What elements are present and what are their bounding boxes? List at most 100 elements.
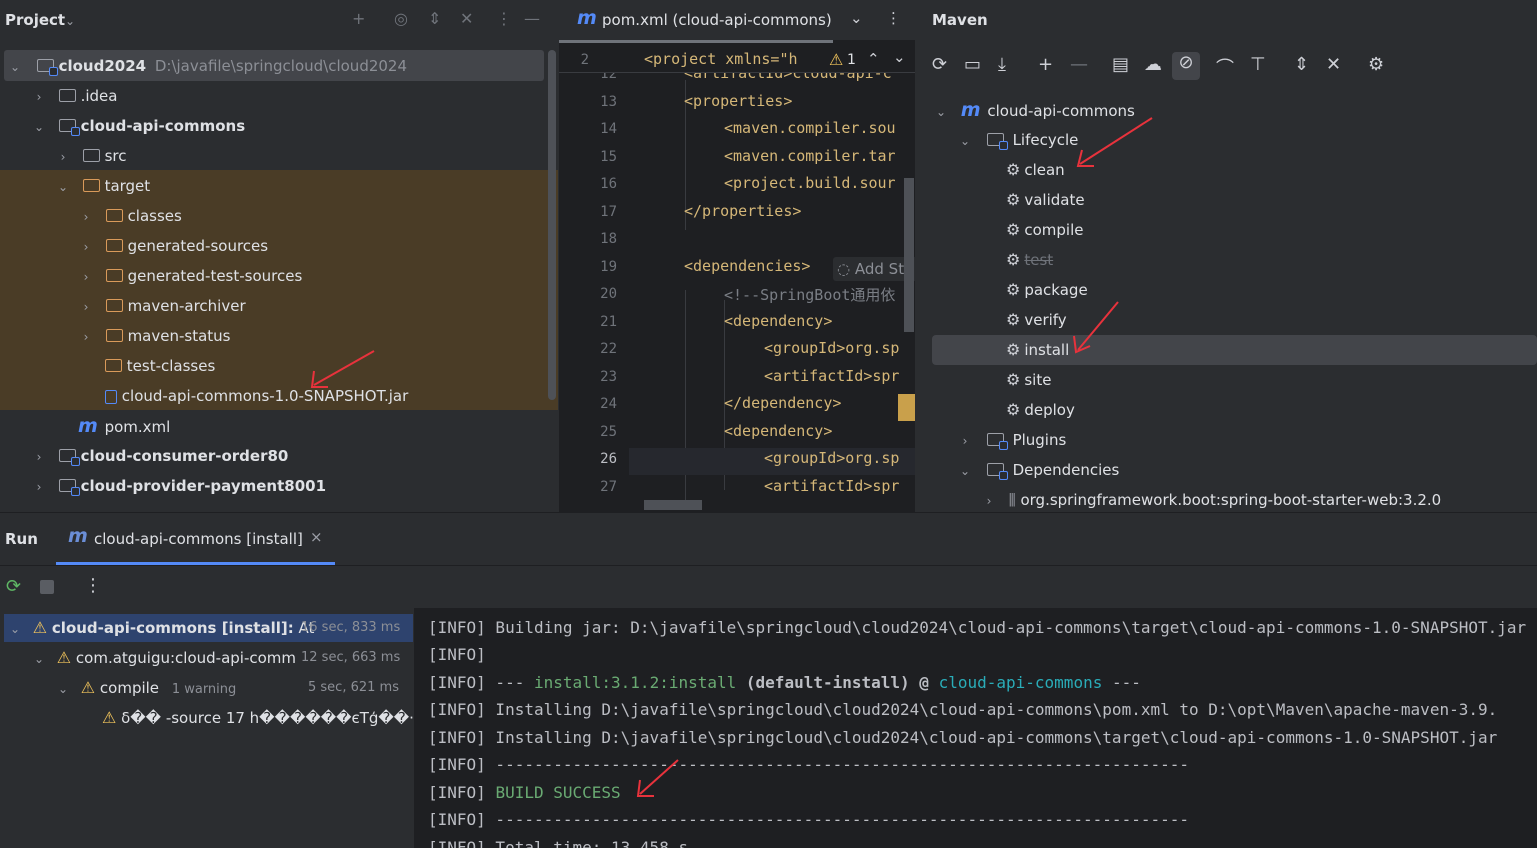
chevron-up-icon[interactable]: ⌃ bbox=[867, 50, 880, 68]
tree-item-classes[interactable]: › classes bbox=[0, 201, 548, 231]
chevron-right-icon[interactable]: › bbox=[982, 486, 996, 512]
more-icon[interactable]: ⋮ bbox=[496, 9, 512, 28]
plugins-row[interactable]: › Plugins bbox=[916, 425, 1464, 455]
project-title[interactable]: Project bbox=[5, 11, 65, 29]
chevron-down-icon[interactable]: ⌄ bbox=[8, 614, 22, 644]
run-tab-label[interactable]: cloud-api-commons [install] bbox=[94, 530, 303, 548]
code-line: <dependency> bbox=[724, 311, 833, 330]
minus-icon[interactable]: — bbox=[1070, 54, 1088, 75]
chevron-down-icon[interactable]: ⌄ bbox=[56, 172, 70, 202]
tree-item-pom[interactable]: m pom.xml bbox=[0, 411, 548, 441]
tree-item-cloud-api-commons[interactable]: ⌄ cloud-api-commons bbox=[0, 111, 548, 141]
threads-icon[interactable]: ⌒ bbox=[1216, 54, 1234, 80]
chevron-down-icon[interactable]: ⌄ bbox=[8, 52, 22, 82]
chevron-right-icon[interactable]: › bbox=[32, 442, 46, 472]
collapse-icon[interactable]: ✕ bbox=[1326, 54, 1341, 75]
offline-icon[interactable]: ☁ bbox=[1144, 54, 1162, 75]
add-project-icon[interactable]: ▭ bbox=[964, 54, 981, 75]
tree-item-label: test-classes bbox=[126, 357, 216, 375]
plus-icon[interactable]: + bbox=[1038, 54, 1053, 75]
chevron-right-icon[interactable]: › bbox=[79, 202, 93, 232]
run-config-icon[interactable]: ▤ bbox=[1112, 54, 1129, 75]
project-scrollbar[interactable] bbox=[548, 50, 556, 400]
editor-scrollbar[interactable] bbox=[904, 178, 914, 332]
tree-item-maven-archiver[interactable]: › maven-archiver bbox=[0, 291, 548, 321]
run-tree-item[interactable]: ⌄ ⚠ compile 1 warning 5 sec, 621 ms bbox=[0, 673, 413, 703]
default-install: (default-install) @ bbox=[745, 673, 929, 692]
editor-tab-label[interactable]: pom.xml (cloud-api-commons) bbox=[602, 11, 832, 29]
warning-icon[interactable]: ⚠ bbox=[829, 50, 843, 69]
run-tree-item[interactable]: ⚠ δ�� -source 17 h������єТģ��· bbox=[0, 703, 413, 733]
chevron-right-icon[interactable]: › bbox=[32, 472, 46, 502]
collapse-all-icon[interactable]: ✕ bbox=[460, 9, 473, 28]
chevron-right-icon[interactable]: › bbox=[958, 426, 972, 456]
add-icon[interactable]: + bbox=[352, 9, 365, 28]
chevron-down-icon[interactable]: ⌄ bbox=[850, 9, 863, 27]
tree-item-test-classes[interactable]: test-classes bbox=[0, 351, 548, 381]
chevron-right-icon[interactable]: › bbox=[56, 142, 70, 172]
chevron-down-icon[interactable]: ⌄ bbox=[63, 14, 77, 28]
tree-root[interactable]: ⌄ cloud2024 D:\javafile\springcloud\clou… bbox=[0, 51, 548, 81]
h-scrollbar[interactable] bbox=[644, 500, 702, 510]
lifecycle-phase-compile[interactable]: ⚙ compile bbox=[916, 215, 1537, 245]
dependencies-row[interactable]: ⌄ Dependencies bbox=[916, 455, 1464, 485]
tree-item-maven-status[interactable]: › maven-status bbox=[0, 321, 548, 351]
close-icon[interactable]: × bbox=[310, 528, 323, 546]
jar-file-icon bbox=[105, 389, 117, 404]
lifecycle-phase-verify[interactable]: ⚙ verify bbox=[916, 305, 1537, 335]
chevron-right-icon[interactable]: › bbox=[32, 82, 46, 112]
chevron-down-icon[interactable]: ⌄ bbox=[32, 644, 46, 674]
expand-icon[interactable]: ⇕ bbox=[1294, 54, 1309, 75]
tree-item-src[interactable]: › src bbox=[0, 141, 548, 171]
inlay-hint[interactable]: ◌ Add Sta bbox=[833, 257, 915, 281]
more-icon[interactable]: ⋮ bbox=[886, 9, 901, 27]
lifecycle-phase-test[interactable]: ⚙ test bbox=[916, 245, 1537, 275]
tree-item-generated-test-sources[interactable]: › generated-test-sources bbox=[0, 261, 548, 291]
tree-item-cloud-provider-payment8001[interactable]: › cloud-provider-payment8001 bbox=[0, 471, 548, 501]
lifecycle-phase-deploy[interactable]: ⚙ deploy bbox=[916, 395, 1537, 425]
chevron-right-icon[interactable]: › bbox=[79, 322, 93, 352]
folder-icon bbox=[105, 299, 123, 312]
tree-item-idea[interactable]: › .idea bbox=[0, 81, 548, 111]
more-icon[interactable]: ⋮ bbox=[84, 575, 102, 596]
maven-project-row[interactable]: ⌄ m cloud-api-commons bbox=[916, 95, 1464, 125]
show-deps-icon[interactable]: ⊤ bbox=[1250, 54, 1266, 75]
tree-item-jar[interactable]: cloud-api-commons-1.0-SNAPSHOT.jar bbox=[0, 381, 548, 411]
stop-icon[interactable] bbox=[40, 580, 54, 594]
run-tree-root[interactable]: ⌄ ⚠ cloud-api-commons [install]: At 16 s… bbox=[0, 613, 413, 643]
settings-icon[interactable]: ⚙ bbox=[1368, 54, 1384, 75]
lifecycle-phase-site[interactable]: ⚙ site bbox=[916, 365, 1537, 395]
chevron-right-icon[interactable]: › bbox=[79, 292, 93, 322]
hide-icon[interactable]: — bbox=[524, 9, 540, 28]
chevron-down-icon[interactable]: ⌄ bbox=[958, 126, 972, 156]
tree-item-cloud-consumer-order80[interactable]: › cloud-consumer-order80 bbox=[0, 441, 548, 471]
chevron-down-icon[interactable]: ⌄ bbox=[893, 48, 906, 66]
chevron-right-icon[interactable]: › bbox=[79, 262, 93, 292]
chevron-down-icon[interactable]: ⌄ bbox=[934, 97, 948, 127]
lifecycle-phase-validate[interactable]: ⚙ validate bbox=[916, 185, 1537, 215]
line-number: 15 bbox=[600, 148, 617, 165]
console-line: [INFO] BUILD SUCCESS bbox=[428, 783, 621, 802]
rerun-icon[interactable]: ⟳ bbox=[6, 576, 21, 597]
reload-icon[interactable]: ⟳ bbox=[932, 54, 947, 75]
lifecycle-row[interactable]: ⌄ Lifecycle bbox=[916, 125, 1464, 155]
chevron-down-icon[interactable]: ⌄ bbox=[32, 112, 46, 142]
locate-icon[interactable]: ◎ bbox=[394, 9, 408, 28]
chevron-down-icon[interactable]: ⌄ bbox=[56, 674, 70, 704]
module-folder-icon bbox=[58, 449, 80, 466]
download-icon[interactable]: ⤓ bbox=[998, 54, 1006, 75]
tree-item-target[interactable]: ⌄ target bbox=[0, 171, 548, 201]
tree-item-generated-sources[interactable]: › generated-sources bbox=[0, 231, 548, 261]
lifecycle-phase-package[interactable]: ⚙ package bbox=[916, 275, 1537, 305]
line-number: 2 bbox=[580, 52, 589, 68]
chevron-right-icon[interactable]: › bbox=[79, 232, 93, 262]
dependency-row[interactable]: › ⫼ org.springframework.boot:spring-boot… bbox=[916, 485, 1537, 512]
skip-tests-icon[interactable]: ⊘ bbox=[1172, 52, 1200, 80]
lifecycle-phase-clean[interactable]: ⚙ clean bbox=[916, 155, 1537, 185]
expand-all-icon[interactable]: ⇕ bbox=[428, 9, 441, 28]
run-tree-item[interactable]: ⌄ ⚠ com.atguigu:cloud-api-comm 12 sec, 6… bbox=[0, 643, 413, 673]
chevron-down-icon[interactable]: ⌄ bbox=[958, 456, 972, 486]
run-title: Run bbox=[5, 530, 38, 548]
console-output[interactable]: [INFO] Building jar: D:\javafile\springc… bbox=[414, 608, 1537, 848]
lifecycle-phase-install[interactable]: ⚙ install bbox=[916, 335, 1537, 365]
